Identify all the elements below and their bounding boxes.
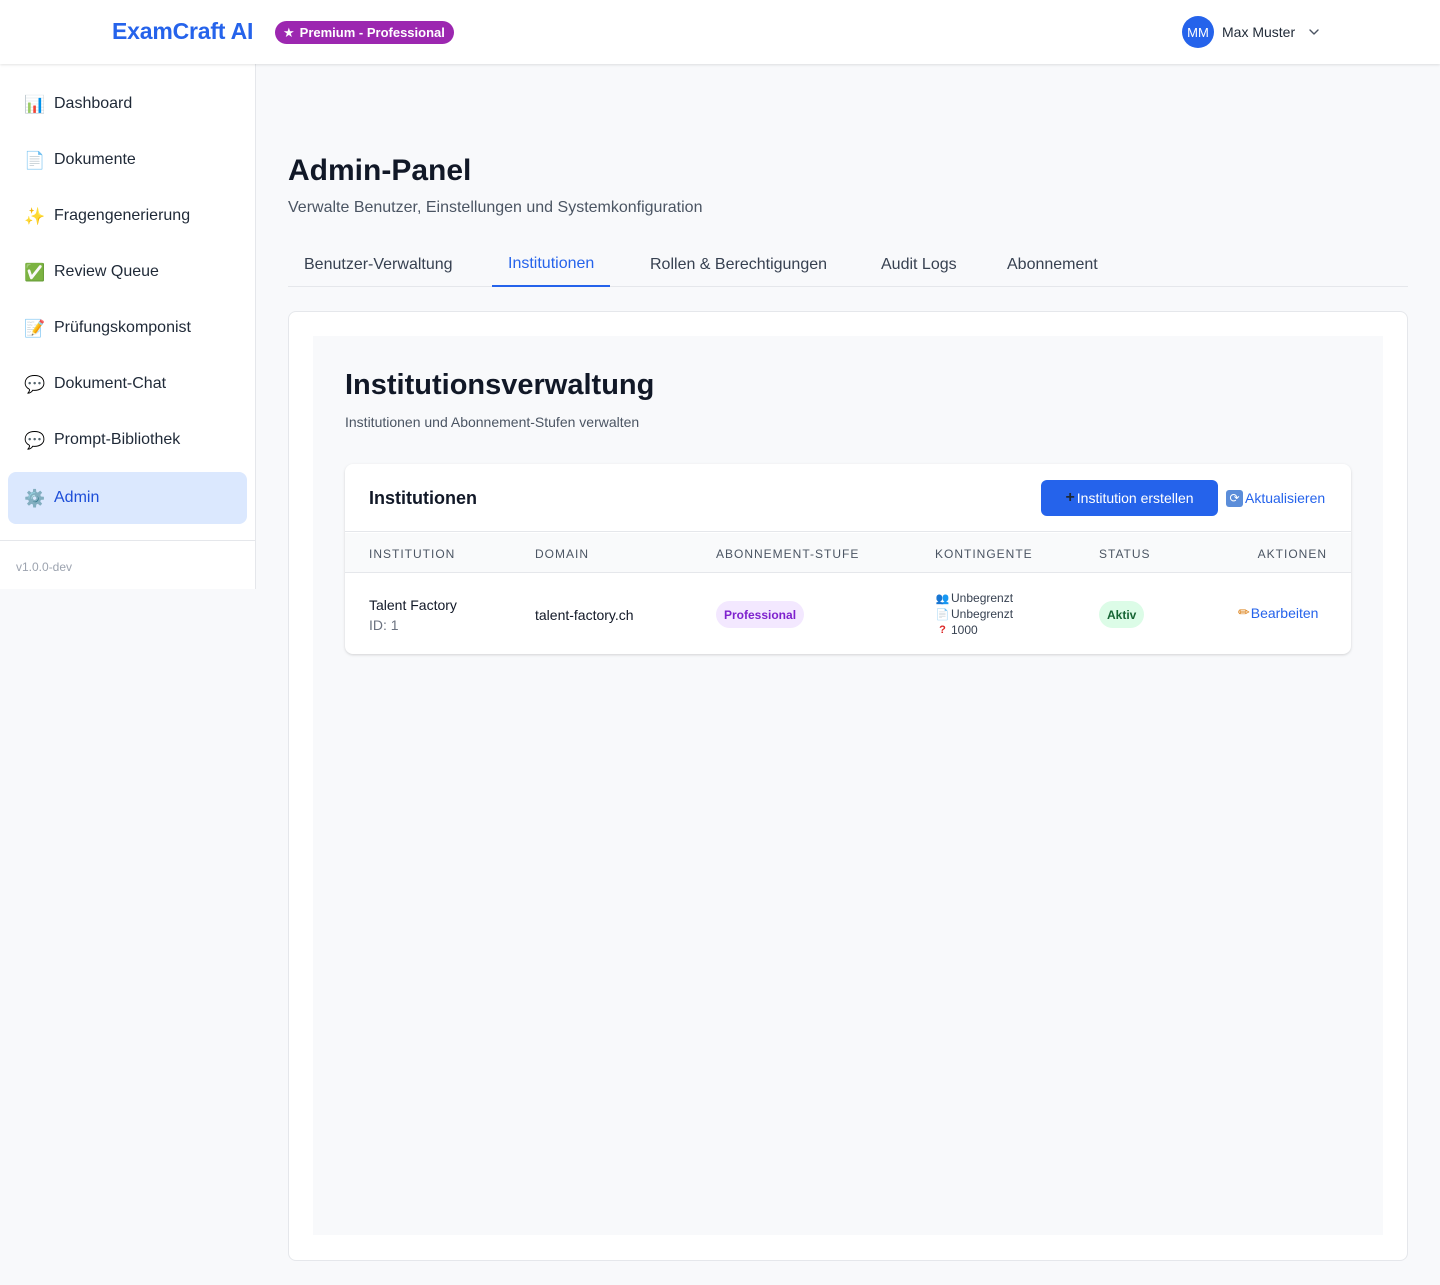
column-header-kontingente: Kontingente — [935, 547, 1033, 561]
edit-label: Bearbeiten — [1250, 604, 1319, 621]
section-subtitle: Institutionen und Abonnement-Stufen verw… — [345, 414, 640, 430]
sidebar-item-label: Fragengenerierung — [54, 207, 191, 224]
star-icon: ★ — [283, 25, 295, 40]
chevron-down-icon — [1309, 29, 1319, 35]
table-header: Institution Domain Abonnement-Stufe Kont… — [345, 533, 1351, 573]
sidebar-item-review-queue[interactable]: ✅ Review Queue — [8, 246, 247, 298]
version-label: v1.0.0-dev — [16, 560, 73, 574]
sidebar-item-prompt-bibliothek[interactable]: 💬 Prompt-Bibliothek — [8, 414, 247, 466]
create-institution-label: Institution erstellen — [1076, 490, 1194, 506]
users-icon: 👥 — [935, 592, 950, 605]
sidebar-item-label: Prompt-Bibliothek — [54, 431, 181, 448]
create-institution-button[interactable]: + Institution erstellen — [1041, 480, 1218, 516]
quota-documents: 📄 Unbegrenzt — [935, 607, 1013, 621]
plan-badge-label: Premium - Professional — [299, 25, 445, 40]
memo-icon: 📝 — [24, 318, 46, 338]
content-card: Institutionsverwaltung Institutionen und… — [288, 311, 1408, 1261]
refresh-button[interactable]: ⟳ Aktualisieren — [1226, 488, 1325, 508]
sidebar-item-dokument-chat[interactable]: 💬 Dokument-Chat — [8, 358, 247, 410]
chat-icon: 💬 — [24, 430, 46, 450]
sidebar-item-dashboard[interactable]: 📊 Dashboard — [8, 78, 247, 130]
document-icon: 📄 — [935, 608, 950, 621]
column-header-status: Status — [1099, 547, 1151, 561]
table-card-title: Institutionen — [369, 488, 477, 508]
institution-panel: Institutionsverwaltung Institutionen und… — [313, 336, 1383, 1235]
institutions-table-card: Institutionen + Institution erstellen ⟳ … — [345, 464, 1351, 654]
tab-institutionen[interactable]: Institutionen — [492, 244, 611, 287]
tab-abonnement[interactable]: Abonnement — [991, 244, 1114, 287]
column-header-abonnement-stufe: Abonnement-Stufe — [716, 547, 860, 561]
brand-logo[interactable]: ExamCraft AI — [112, 18, 253, 45]
tier-badge: Professional — [716, 601, 805, 628]
table-row: Talent Factory ID: 1 talent-factory.ch P… — [345, 574, 1351, 654]
document-icon: 📄 — [24, 150, 46, 170]
column-header-institution: Institution — [369, 547, 456, 561]
institution-id: ID: 1 — [369, 617, 399, 633]
question-icon: ? — [939, 624, 946, 636]
quota-users-value: Unbegrenzt — [951, 591, 1014, 605]
status-badge: Aktiv — [1099, 601, 1145, 628]
refresh-label: Aktualisieren — [1245, 490, 1326, 506]
quota-questions-value: 1000 — [951, 623, 978, 637]
user-name: Max Muster — [1222, 24, 1296, 40]
table-card-header: Institutionen + Institution erstellen ⟳ … — [345, 464, 1351, 532]
page-title: Admin-Panel — [288, 154, 472, 187]
sidebar-item-label: Admin — [54, 489, 100, 506]
quota-documents-value: Unbegrenzt — [951, 607, 1014, 621]
top-header: ExamCraft AI ★ Premium - Professional MM… — [0, 0, 1440, 64]
edit-institution-button[interactable]: ✏ Bearbeiten — [1238, 604, 1318, 621]
sidebar-item-dokumente[interactable]: 📄 Dokumente — [8, 134, 247, 186]
refresh-icon: ⟳ — [1226, 489, 1243, 507]
sidebar-item-label: Prüfungskomponist — [54, 319, 191, 336]
institution-name: Talent Factory — [369, 597, 457, 613]
section-title: Institutionsverwaltung — [345, 369, 655, 401]
quota-users: 👥 Unbegrenzt — [935, 591, 1013, 605]
plan-badge: ★ Premium - Professional — [275, 21, 454, 44]
sidebar-item-label: Review Queue — [54, 263, 159, 280]
column-header-domain: Domain — [535, 547, 589, 561]
sidebar-item-fragengenerierung[interactable]: ✨ Fragengenerierung — [8, 190, 247, 242]
sidebar-item-label: Dokumente — [54, 151, 136, 168]
sidebar-item-admin[interactable]: ⚙️ Admin — [8, 472, 247, 524]
institution-domain: talent-factory.ch — [535, 607, 634, 623]
sidebar-item-label: Dashboard — [54, 95, 133, 112]
page-subtitle: Verwalte Benutzer, Einstellungen und Sys… — [288, 199, 703, 216]
bar-chart-icon: 📊 — [24, 94, 46, 114]
tab-rollen-berechtigungen[interactable]: Rollen & Berechtigungen — [634, 244, 843, 287]
tab-benutzer-verwaltung[interactable]: Benutzer-Verwaltung — [288, 244, 469, 287]
avatar: MM — [1182, 16, 1214, 48]
quota-questions: ? 1000 — [935, 623, 978, 637]
check-icon: ✅ — [24, 262, 46, 282]
sidebar: 📊 Dashboard 📄 Dokumente ✨ Fragengenerier… — [0, 64, 256, 589]
sidebar-item-label: Dokument-Chat — [54, 375, 167, 392]
admin-tabs: Benutzer-Verwaltung Institutionen Rollen… — [288, 244, 1408, 287]
pencil-icon: ✏ — [1238, 604, 1250, 620]
sparkles-icon: ✨ — [24, 206, 46, 226]
chat-icon: 💬 — [24, 374, 46, 394]
tab-audit-logs[interactable]: Audit Logs — [865, 244, 973, 287]
user-menu[interactable]: MM Max Muster — [1182, 16, 1321, 48]
sidebar-divider — [0, 540, 255, 541]
plus-icon: + — [1065, 489, 1075, 506]
sidebar-item-pruefungskomponist[interactable]: 📝 Prüfungskomponist — [8, 302, 247, 354]
column-header-aktionen: Aktionen — [1257, 547, 1327, 561]
gear-icon: ⚙️ — [24, 488, 46, 508]
